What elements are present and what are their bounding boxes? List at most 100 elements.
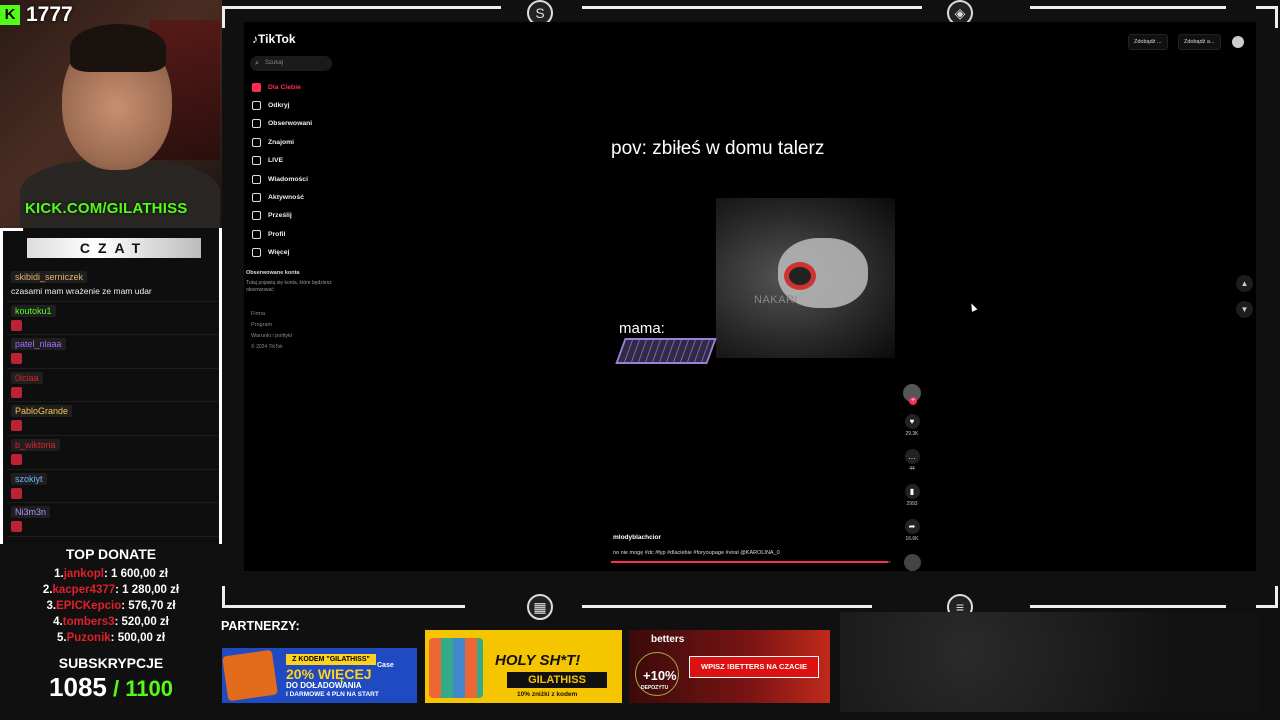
previous-video-button[interactable]: ▲: [1236, 275, 1253, 292]
save-count: 2993: [906, 501, 918, 507]
nav-icon: [252, 174, 261, 184]
case-brand: Case: [377, 662, 394, 669]
chat-list[interactable]: skibidi_serniczek czasami mam wrażenie ze…: [7, 268, 219, 537]
partner-ad-case[interactable]: Z KODEM "GILATHISS" 20% WIĘCEJ DO DOŁADO…: [222, 648, 417, 703]
sidebar-item-label: Profil: [268, 230, 286, 238]
search-placeholder: Szukaj: [265, 60, 284, 66]
case-headline: 20% WIĘCEJ: [286, 666, 372, 682]
donate-rank: 3.: [46, 600, 57, 612]
footer-link[interactable]: Firma: [251, 309, 292, 320]
sidebar-item-5[interactable]: Wiadomości: [252, 170, 312, 188]
get-app-button[interactable]: Zdobądź a...: [1178, 34, 1221, 50]
chat-username[interactable]: szokiyt: [11, 472, 47, 485]
video-progress-bar[interactable]: [611, 561, 891, 563]
donate-amount: : 576,70 zł: [121, 600, 176, 612]
chat-username[interactable]: patel_nlaaa: [11, 338, 66, 351]
like-action[interactable]: ♥ 29.3K: [900, 414, 924, 437]
video-watermark: NAKARI: [754, 294, 798, 306]
nav-icon: [252, 211, 261, 221]
comment-count: 44: [909, 466, 915, 472]
donate-rank: 5.: [56, 632, 67, 644]
sidebar-item-0[interactable]: Dla Ciebie: [252, 78, 312, 96]
donate-name: jankopl: [63, 568, 104, 580]
heart-icon[interactable]: ♥: [904, 414, 920, 429]
chat-username[interactable]: b_wiktoria: [11, 438, 60, 451]
footer-link[interactable]: Warunki i polityki: [251, 331, 292, 342]
streamer-shirt: [20, 160, 220, 228]
chat-emote-icon: [11, 453, 22, 465]
sidebar-item-1[interactable]: Odkryj: [252, 96, 312, 114]
save-action[interactable]: ▮ 2993: [900, 484, 924, 507]
chat-emote-icon: [11, 353, 22, 365]
donate-amount: : 1 280,00 zł: [115, 584, 180, 596]
subs-counter: 1085 / 1100: [0, 672, 222, 703]
next-video-button[interactable]: ▼: [1236, 301, 1253, 318]
subs-current: 1085: [49, 672, 107, 702]
viewer-count-number: 1777: [26, 3, 73, 26]
kick-url-prefix: KICK.COM/: [25, 200, 107, 217]
share-icon[interactable]: ➦: [904, 519, 920, 534]
frame-line-bottom-left: [243, 605, 465, 608]
sidebar-item-2[interactable]: Obserwowani: [252, 115, 312, 133]
donate-row: 4.tombers3: 520,00 zł: [0, 614, 222, 630]
chat-username[interactable]: 0lciaa: [11, 371, 43, 384]
comment-icon[interactable]: …: [904, 449, 920, 464]
betters-bonus-note: DEPOZYTU: [641, 685, 669, 691]
viewer-count: K 1777: [0, 3, 73, 27]
sidebar-item-label: Znajomi: [268, 138, 295, 146]
chat-message: szokiyt: [7, 470, 219, 504]
chat-message: skibidi_serniczek czasami mam wrażenie ze…: [7, 268, 219, 302]
chat-message: PabloGrande: [7, 402, 219, 436]
sidebar-item-9[interactable]: Więcej: [252, 244, 312, 262]
chat-username[interactable]: Ni3m3n: [11, 506, 51, 519]
kick-logo-icon: K: [0, 5, 20, 25]
chat-emote-icon: [11, 420, 22, 432]
nav-icon: [252, 82, 261, 92]
sidebar-item-6[interactable]: Aktywność: [252, 188, 312, 206]
chat-emote-icon: [11, 386, 22, 398]
video-author[interactable]: mlodyblachcior: [613, 534, 661, 541]
footer-link[interactable]: Program: [251, 320, 292, 331]
search-icon: ⌕: [255, 60, 259, 67]
holy-code: GILATHISS: [507, 672, 607, 688]
bookmark-icon[interactable]: ▮: [904, 484, 920, 499]
comment-action[interactable]: … 44: [900, 449, 924, 472]
share-action[interactable]: ➦ 16.6K: [900, 519, 924, 542]
video-description: no nie mogę #dc #fyp #dlaciebie #foryoup…: [613, 550, 780, 556]
frame-corner-tr: [1256, 6, 1278, 28]
like-count: 29.3K: [905, 431, 919, 437]
tiktok-logo-text: TikTok: [258, 32, 296, 46]
sidebar-item-3[interactable]: Znajomi: [252, 133, 312, 151]
subs-goal: / 1100: [106, 676, 173, 701]
chat-username[interactable]: PabloGrande: [11, 405, 73, 418]
frame-corner-bl: [222, 586, 244, 608]
sidebar-item-8[interactable]: Profil: [252, 225, 312, 243]
kick-url: KICK.COM/GILATHISS: [25, 200, 188, 217]
sidebar-item-label: Wiadomości: [268, 175, 308, 183]
tiktok-logo[interactable]: ♪TikTok: [252, 32, 296, 46]
frame-line-bottom-right: [1030, 605, 1226, 608]
chat-emote-icon: [11, 319, 22, 331]
author-avatar[interactable]: +: [903, 384, 921, 405]
chat-emote-icon: [11, 521, 22, 533]
frame-line-top-right: [1030, 6, 1226, 9]
nav-icon: [252, 193, 261, 203]
donate-name: tombers3: [62, 616, 115, 628]
profile-avatar[interactable]: [1232, 36, 1244, 48]
chat-emote-icon: [11, 487, 22, 499]
sidebar-item-4[interactable]: LIVE: [252, 152, 312, 170]
sidebar-item-7[interactable]: Prześlij: [252, 207, 312, 225]
holy-headline: HOLY SH*T!: [495, 652, 581, 669]
get-coins-button[interactable]: Zdobądź ...: [1128, 34, 1168, 50]
case-line3: I DARMOWE 4 PLN NA START: [286, 691, 379, 698]
partner-ad-betters[interactable]: betters +10% DEPOZYTU WPISZ !BETTERS NA …: [629, 630, 830, 703]
partner-ad-holy[interactable]: HOLY SH*T! GILATHISS 10% zniżki z kodem: [425, 630, 622, 703]
chat-username[interactable]: skibidi_serniczek: [11, 271, 88, 283]
headphone-icon: [784, 262, 816, 290]
video-player[interactable]: pov: zbiłeś w domu talerz NAKARI mama: m…: [608, 116, 898, 564]
follow-plus-icon[interactable]: +: [909, 397, 917, 405]
music-disc-icon[interactable]: [903, 554, 921, 571]
sidebar-item-label: Aktywność: [268, 194, 304, 202]
search-input[interactable]: ⌕ Szukaj: [250, 56, 332, 71]
chat-username[interactable]: koutoku1: [11, 304, 56, 317]
